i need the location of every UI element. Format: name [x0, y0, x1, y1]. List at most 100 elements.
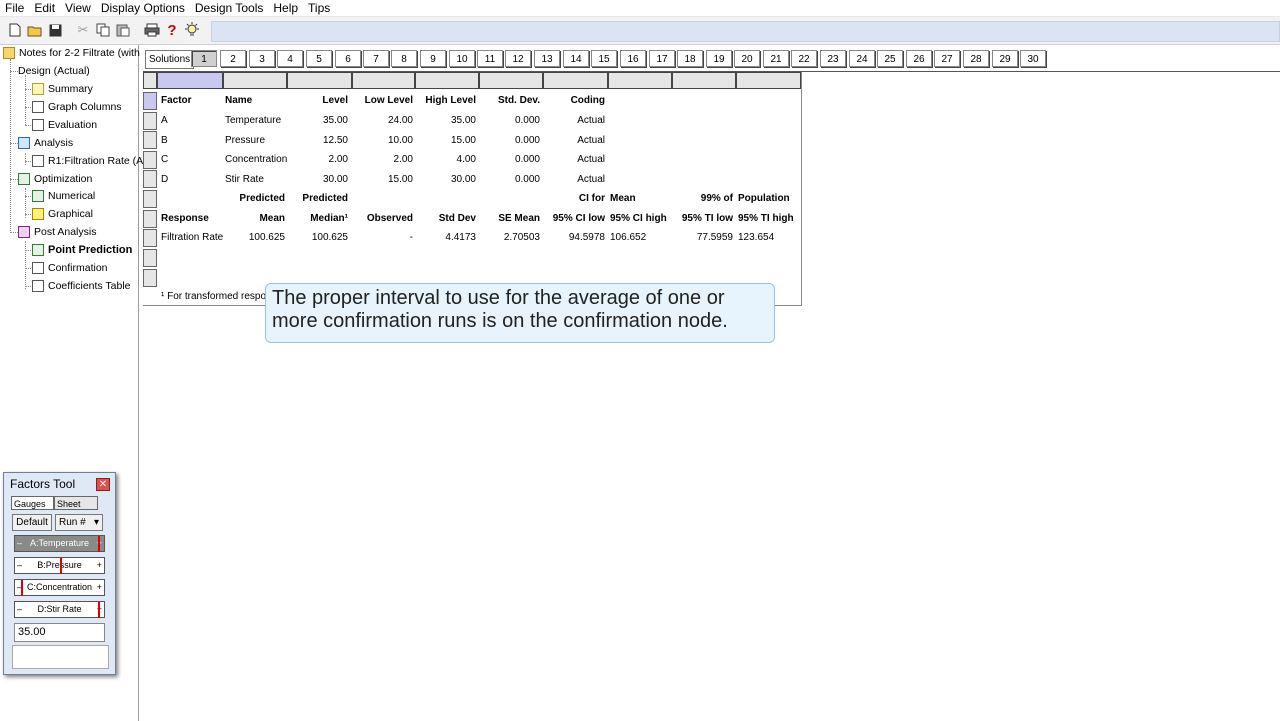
- solution-tab-8[interactable]: 8: [391, 50, 417, 67]
- factor-cell[interactable]: Actual: [543, 151, 605, 169]
- factor-cell[interactable]: 0.000: [479, 171, 540, 189]
- gauge-marker[interactable]: [98, 536, 100, 552]
- factor-cell[interactable]: 24.00: [352, 112, 413, 130]
- response-header-cell[interactable]: Mean: [223, 210, 285, 228]
- print-icon[interactable]: [143, 21, 161, 39]
- row-header[interactable]: [143, 131, 157, 149]
- tree-item-graphical[interactable]: Graphical: [32, 206, 93, 222]
- factor-cell[interactable]: Actual: [543, 132, 605, 150]
- tree-item-analysis[interactable]: Analysis: [18, 135, 73, 151]
- solution-tab-28[interactable]: 28: [963, 50, 989, 67]
- solution-tab-7[interactable]: 7: [363, 50, 389, 67]
- save-icon[interactable]: [46, 21, 64, 39]
- factor-cell[interactable]: 15.00: [415, 132, 476, 150]
- tree-item-optimization[interactable]: Optimization: [18, 171, 92, 187]
- solution-tab-5[interactable]: 5: [306, 50, 332, 67]
- response-header-cell[interactable]: [161, 190, 221, 208]
- solution-tab-22[interactable]: 22: [791, 50, 817, 67]
- menu-design-tools[interactable]: Design Tools: [190, 0, 268, 16]
- close-icon[interactable]: ✕: [96, 478, 110, 491]
- factor-cell[interactable]: Actual: [543, 112, 605, 130]
- tree-item-post-analysis[interactable]: Post Analysis: [18, 224, 96, 240]
- response-header-cell[interactable]: Predicted: [287, 190, 348, 208]
- plus-icon[interactable]: +: [97, 580, 102, 595]
- column-header[interactable]: [352, 72, 415, 89]
- row-header[interactable]: [143, 190, 157, 208]
- solution-tab-10[interactable]: 10: [449, 50, 475, 67]
- tree-item-r1-filtration-rate[interactable]: R1:Filtration Rate (A: [32, 153, 143, 169]
- response-value-cell[interactable]: -: [352, 229, 413, 247]
- tree-item-design[interactable]: Design (Actual): [18, 63, 173, 147]
- response-header-cell[interactable]: Predicted: [223, 190, 285, 208]
- response-header-cell[interactable]: 95% CI high: [610, 210, 670, 228]
- column-header[interactable]: [287, 72, 352, 89]
- factor-cell[interactable]: 35.00: [287, 112, 348, 130]
- open-folder-icon[interactable]: [26, 21, 44, 39]
- menu-tips[interactable]: Tips: [303, 0, 335, 16]
- column-header[interactable]: [736, 72, 801, 89]
- factor-header-cell[interactable]: Level: [287, 92, 348, 110]
- gauge-marker[interactable]: [21, 580, 23, 596]
- solution-tab-1[interactable]: 1: [191, 50, 217, 67]
- factor-header-cell[interactable]: Low Level: [352, 92, 413, 110]
- solution-tab-19[interactable]: 19: [706, 50, 732, 67]
- response-header-cell[interactable]: Population: [738, 190, 800, 208]
- row-header[interactable]: [143, 249, 157, 267]
- solution-tab-25[interactable]: 25: [877, 50, 903, 67]
- solution-tab-12[interactable]: 12: [505, 50, 531, 67]
- factor-header-cell[interactable]: High Level: [415, 92, 476, 110]
- row-header[interactable]: [143, 269, 157, 287]
- response-header-cell[interactable]: Mean: [610, 190, 670, 208]
- response-value-cell[interactable]: 2.70503: [479, 229, 540, 247]
- column-header[interactable]: [479, 72, 543, 89]
- response-header-cell[interactable]: SE Mean: [479, 210, 540, 228]
- factor-cell[interactable]: 2.00: [287, 151, 348, 169]
- tree-item-point-prediction[interactable]: Point Prediction: [32, 242, 132, 258]
- solution-tab-16[interactable]: 16: [620, 50, 646, 67]
- response-value-cell[interactable]: 4.4173: [415, 229, 476, 247]
- factor-cell[interactable]: 0.000: [479, 151, 540, 169]
- factor-gauge[interactable]: – C:Concentration +: [14, 579, 105, 596]
- column-header[interactable]: [415, 72, 479, 89]
- tree-item-summary[interactable]: Summary: [32, 81, 93, 97]
- solution-tab-2[interactable]: 2: [220, 50, 246, 67]
- tree-item-evaluation[interactable]: Evaluation: [32, 117, 97, 133]
- solution-tab-21[interactable]: 21: [763, 50, 789, 67]
- factor-cell[interactable]: Stir Rate: [225, 171, 285, 189]
- response-value-cell[interactable]: 106.652: [610, 229, 670, 247]
- column-header[interactable]: [672, 72, 736, 89]
- help-icon[interactable]: ?: [163, 21, 181, 39]
- factor-cell[interactable]: B: [161, 132, 221, 150]
- row-header[interactable]: [143, 170, 157, 188]
- grid-corner[interactable]: [143, 72, 157, 89]
- factor-cell[interactable]: Actual: [543, 171, 605, 189]
- menu-edit[interactable]: Edit: [29, 0, 60, 16]
- run-select[interactable]: Run # ▾: [55, 514, 103, 531]
- minus-icon[interactable]: –: [17, 536, 22, 551]
- row-header[interactable]: [143, 112, 157, 130]
- response-value-cell[interactable]: 77.5959: [672, 229, 733, 247]
- solution-tab-9[interactable]: 9: [420, 50, 446, 67]
- factor-header-cell[interactable]: Std. Dev.: [479, 92, 540, 110]
- factor-cell[interactable]: 2.00: [352, 151, 413, 169]
- solution-tab-15[interactable]: 15: [591, 50, 617, 67]
- factor-header-cell[interactable]: Factor: [161, 92, 221, 110]
- factor-cell[interactable]: 30.00: [415, 171, 476, 189]
- solution-tab-14[interactable]: 14: [563, 50, 589, 67]
- tab-sheet[interactable]: Sheet: [54, 496, 98, 510]
- tree-item-numerical[interactable]: Numerical: [32, 188, 95, 204]
- solution-tab-13[interactable]: 13: [534, 50, 560, 67]
- gauge-marker[interactable]: [59, 558, 62, 574]
- solution-tab-11[interactable]: 11: [477, 50, 503, 67]
- solution-tab-29[interactable]: 29: [992, 50, 1018, 67]
- solution-tab-18[interactable]: 18: [677, 50, 703, 67]
- factor-gauge[interactable]: –B:Pressure+: [14, 557, 105, 574]
- factor-cell[interactable]: 0.000: [479, 112, 540, 130]
- solution-tab-30[interactable]: 30: [1020, 50, 1046, 67]
- factor-value-input[interactable]: 35.00: [14, 623, 105, 642]
- tab-gauges[interactable]: Gauges: [11, 496, 54, 510]
- solution-tab-20[interactable]: 20: [734, 50, 760, 67]
- response-header-cell[interactable]: 99% of: [672, 190, 733, 208]
- tip-bulb-icon[interactable]: [183, 21, 201, 39]
- tree-item-graph-columns[interactable]: Graph Columns: [32, 99, 122, 115]
